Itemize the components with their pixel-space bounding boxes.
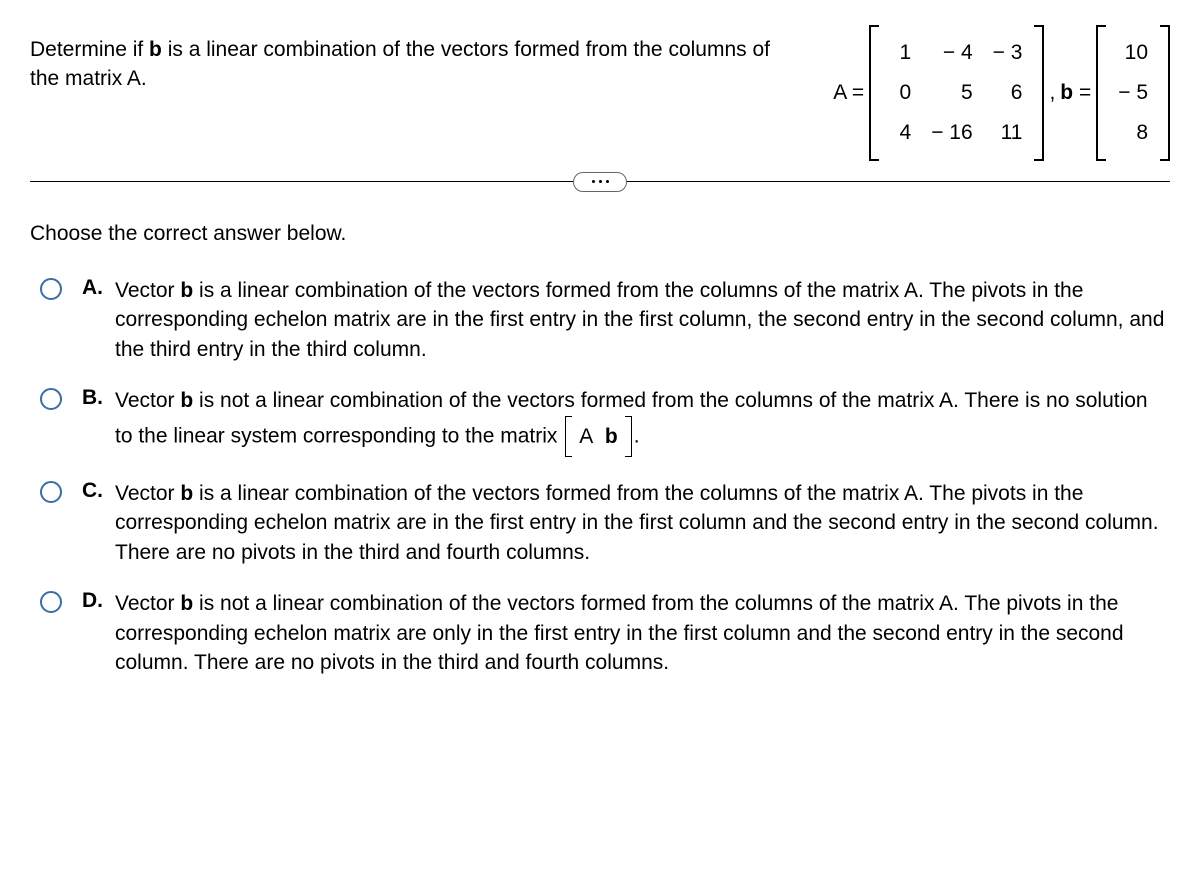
matrix-a-label: A = [833, 81, 864, 105]
vector-b-label: b = [1060, 81, 1091, 105]
question-bold-b: b [149, 38, 162, 61]
vector-b: 10 − 5 8 [1096, 25, 1170, 161]
inline-matrix-ab: A b [565, 416, 632, 457]
vector-b-cell: 10 [1108, 33, 1158, 73]
matrix-a-cell: − 4 [921, 33, 982, 73]
matrix-a-cell: 11 [983, 113, 1033, 153]
option-a[interactable]: A. Vector b is a linear combination of t… [40, 276, 1170, 364]
option-d-text: Vector b is not a linear combination of … [115, 589, 1170, 677]
option-b-letter: B. [82, 386, 103, 410]
matrices-display: A = 1 − 4 − 3 0 5 6 4 − 16 11 [833, 25, 1170, 161]
matrix-a-cell: 6 [983, 73, 1033, 113]
matrix-a-cell: − 3 [983, 33, 1033, 73]
question-text-part1: Determine if [30, 38, 149, 61]
option-d-letter: D. [82, 589, 103, 613]
divider [30, 181, 1170, 182]
matrix-a-cell: 5 [921, 73, 982, 113]
radio-b[interactable] [40, 388, 62, 410]
matrix-a: 1 − 4 − 3 0 5 6 4 − 16 11 [869, 25, 1044, 161]
matrix-separator: , [1049, 81, 1055, 105]
instruction-text: Choose the correct answer below. [30, 222, 1170, 246]
radio-a[interactable] [40, 278, 62, 300]
radio-d[interactable] [40, 591, 62, 613]
option-c-text: Vector b is a linear combination of the … [115, 479, 1170, 567]
option-a-text: Vector b is a linear combination of the … [115, 276, 1170, 364]
question-section: Determine if b is a linear combination o… [30, 25, 1170, 161]
vector-b-cell: 8 [1108, 113, 1158, 153]
ellipsis-icon [592, 180, 609, 183]
question-text: Determine if b is a linear combination o… [30, 25, 803, 94]
matrix-a-cell: − 16 [921, 113, 982, 153]
option-b-text: Vector b is not a linear combination of … [115, 386, 1170, 457]
option-c-letter: C. [82, 479, 103, 503]
matrix-a-cell: 1 [881, 33, 921, 73]
vector-b-cell: − 5 [1108, 73, 1158, 113]
radio-c[interactable] [40, 481, 62, 503]
option-b[interactable]: B. Vector b is not a linear combination … [40, 386, 1170, 457]
answer-options: A. Vector b is a linear combination of t… [30, 276, 1170, 677]
matrix-a-cell: 0 [881, 73, 921, 113]
option-a-letter: A. [82, 276, 103, 300]
option-d[interactable]: D. Vector b is not a linear combination … [40, 589, 1170, 677]
option-c[interactable]: C. Vector b is a linear combination of t… [40, 479, 1170, 567]
expand-button[interactable] [573, 172, 627, 192]
matrix-a-cell: 4 [881, 113, 921, 153]
